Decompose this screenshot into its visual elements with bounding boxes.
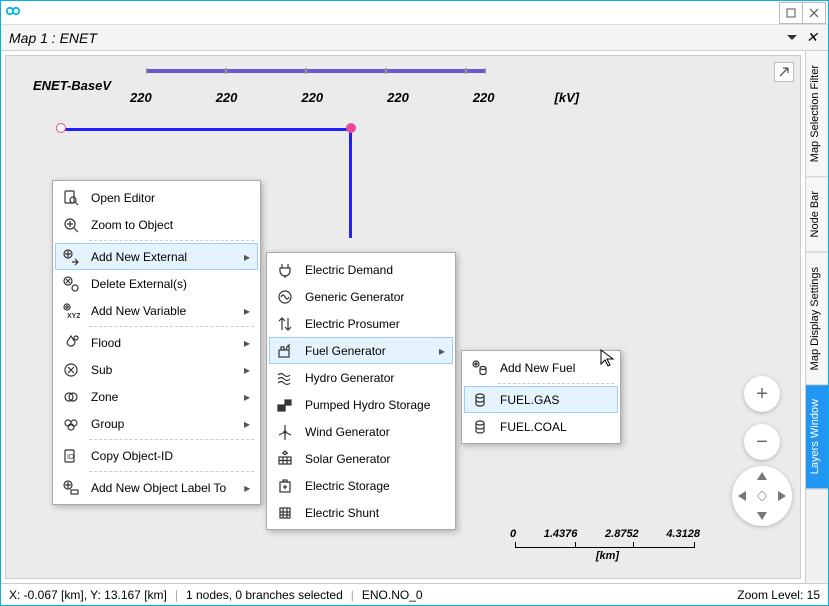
svg-text:XYZ: XYZ [67,313,80,320]
shunt-icon [273,501,297,525]
close-button[interactable] [802,2,826,24]
submenu-arrow-icon: ▸ [439,344,447,358]
scale-bar: 0 1.4376 2.8752 4.3128 [km] [515,528,700,562]
zoom-in-icon [59,213,83,237]
submenu-arrow-icon: ▸ [244,417,252,431]
pan-center-button[interactable] [756,490,767,501]
battery-icon [273,474,297,498]
submenu-arrow-icon: ▸ [244,304,252,318]
tab-node-bar[interactable]: Node Bar [806,177,828,252]
document-search-icon [59,186,83,210]
svg-text:ID: ID [67,454,74,461]
zoom-out-button[interactable]: − [744,424,780,460]
copy-id-icon: ID [59,444,83,468]
hydro-icon [273,366,297,390]
group-icon [59,412,83,436]
submenu-arrow-icon: ▸ [244,390,252,404]
add-external-icon [59,245,83,269]
dropdown-icon[interactable] [784,30,800,46]
tab-map-display-settings[interactable]: Map Display Settings [806,253,828,385]
pan-left-button[interactable] [738,491,746,501]
titlebar [1,1,828,25]
pan-control [732,466,792,526]
status-selection: 1 nodes, 0 branches selected [186,588,343,602]
tab-map-selection-filter[interactable]: Map Selection Filter [806,51,828,177]
menu-item-zone[interactable]: Zone ▸ [55,383,258,410]
menu-item-electric-shunt[interactable]: Electric Shunt [269,499,453,526]
fuel-barrel-icon [468,388,492,412]
map-title: Map 1 : ENET [9,30,97,46]
zoom-controls: + − [744,376,780,472]
map-header: Map 1 : ENET ✕ [1,25,828,51]
menu-item-generic-generator[interactable]: Generic Generator [269,283,453,310]
context-menu: Open Editor Zoom to Object Add New Exter… [52,180,261,505]
prosumer-icon [273,312,297,336]
submenu-arrow-icon: ▸ [244,363,252,377]
submenu-arrow-icon: ▸ [244,250,252,264]
network-node[interactable] [56,123,66,133]
menu-item-pumped-hydro-storage[interactable]: Pumped Hydro Storage [269,391,453,418]
collapse-panel-icon[interactable] [774,62,794,82]
side-tabs: Map Selection Filter Node Bar Map Displa… [805,51,828,583]
submenu-arrow-icon: ▸ [244,336,252,350]
zoom-in-button[interactable]: + [744,376,780,412]
menu-item-zoom-to-object[interactable]: Zoom to Object [55,211,258,238]
network-node-selected[interactable] [346,123,356,133]
status-coords: X: -0.067 [km], Y: 13.167 [km] [9,588,167,602]
voltage-legend: ENET-BaseV [33,78,111,93]
context-submenu-fuel: Add New Fuel FUEL.GAS FUEL.COAL [461,350,621,444]
add-fuel-icon [468,356,492,380]
app-logo-icon [3,3,23,23]
menu-item-delete-externals[interactable]: Delete External(s) [55,270,258,297]
wind-turbine-icon [273,420,297,444]
menu-item-fuel-coal[interactable]: FUEL.COAL [464,413,618,440]
plug-icon [273,258,297,282]
map-close-button[interactable]: ✕ [804,30,820,46]
menu-item-solar-generator[interactable]: Solar Generator [269,445,453,472]
fuel-barrel-icon [468,415,492,439]
menu-item-wind-generator[interactable]: Wind Generator [269,418,453,445]
zone-icon [59,385,83,409]
menu-item-hydro-generator[interactable]: Hydro Generator [269,364,453,391]
status-zoom: Zoom Level: 15 [737,588,820,602]
tab-layers-window[interactable]: Layers Window [806,385,828,489]
menu-item-group[interactable]: Group ▸ [55,410,258,437]
delete-external-icon [59,272,83,296]
add-label-icon [59,476,83,500]
menu-item-fuel-gas[interactable]: FUEL.GAS [464,386,618,413]
restore-button[interactable] [779,2,803,24]
menu-item-add-new-external[interactable]: Add New External ▸ [55,243,258,270]
pan-up-button[interactable] [757,472,767,480]
menu-item-fuel-generator[interactable]: Fuel Generator ▸ [269,337,453,364]
context-submenu-externals: Electric Demand Generic Generator Electr… [266,252,456,530]
network-branch[interactable] [62,128,352,131]
add-variable-icon: XYZ [59,299,83,323]
menu-item-electric-demand[interactable]: Electric Demand [269,256,453,283]
pan-right-button[interactable] [778,491,786,501]
menu-item-sub[interactable]: Sub ▸ [55,356,258,383]
scale-unit: [km] [515,550,700,562]
menu-item-add-new-object-label-to[interactable]: Add New Object Label To ▸ [55,474,258,501]
generator-icon [273,285,297,309]
sub-icon [59,358,83,382]
voltage-scale [146,69,486,73]
pan-down-button[interactable] [757,512,767,520]
menu-item-electric-prosumer[interactable]: Electric Prosumer [269,310,453,337]
menu-item-electric-storage[interactable]: Electric Storage [269,472,453,499]
menu-item-flood[interactable]: Flood ▸ [55,329,258,356]
menu-item-add-new-fuel[interactable]: Add New Fuel [464,354,618,381]
menu-item-open-editor[interactable]: Open Editor [55,184,258,211]
voltage-label: ENET-BaseV [33,78,111,93]
submenu-arrow-icon: ▸ [244,481,252,495]
menu-item-copy-object-id[interactable]: ID Copy Object-ID [55,442,258,469]
menu-item-add-new-variable[interactable]: XYZ Add New Variable ▸ [55,297,258,324]
map-canvas[interactable]: ENET-BaseV 220 220 220 220 220 [kV] [5,55,801,579]
network-branch[interactable] [349,128,352,238]
flood-icon [59,331,83,355]
solar-panel-icon [273,447,297,471]
pumped-storage-icon [273,393,297,417]
status-bar: X: -0.067 [km], Y: 13.167 [km] | 1 nodes… [1,583,828,605]
status-object: ENO.NO_0 [362,588,423,602]
fuel-generator-icon [273,339,297,363]
